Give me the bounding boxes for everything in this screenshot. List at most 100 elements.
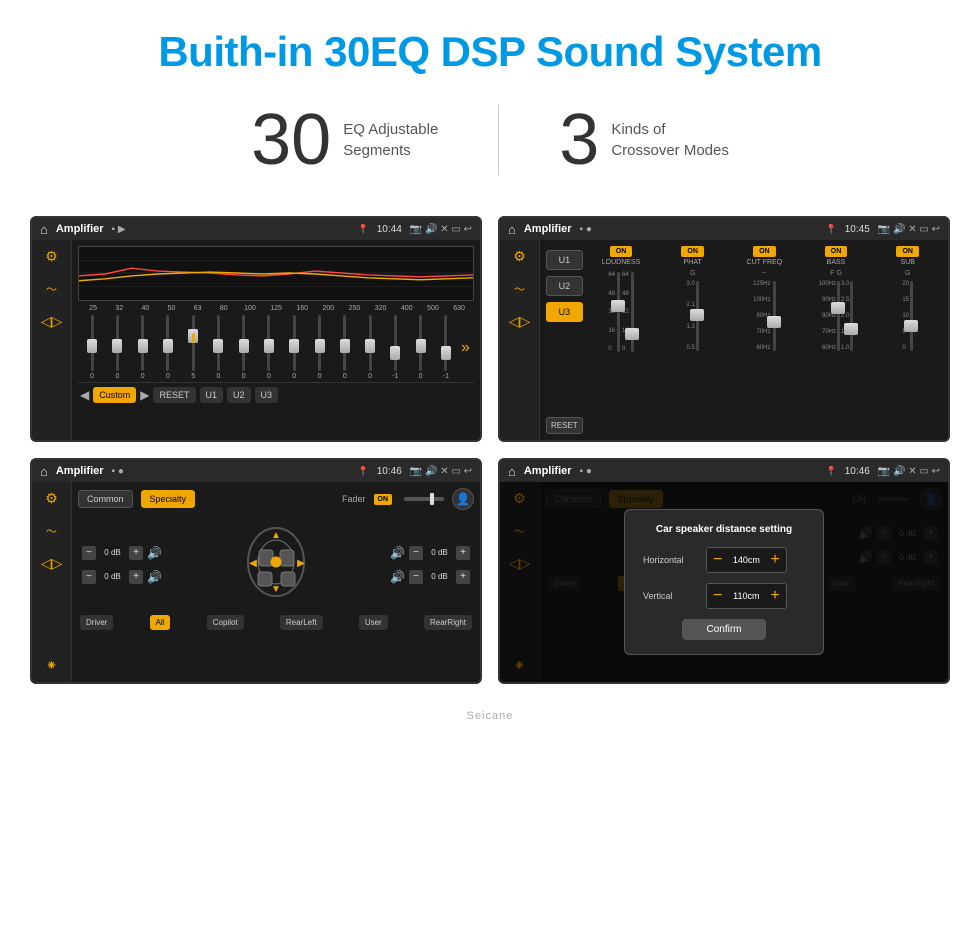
cutfreq-toggle[interactable]: ON bbox=[753, 246, 776, 257]
horizontal-minus[interactable]: − bbox=[713, 551, 722, 569]
screen-specialty: ⌂ Amplifier ▪ ● 📍 10:46 📷 🔊 ✕ ▭ ↩ ⚙ 〜 ◁▷… bbox=[30, 458, 482, 684]
dialog-title: Car speaker distance setting bbox=[643, 524, 805, 535]
reset-btn[interactable]: RESET bbox=[153, 387, 195, 403]
volume-icon[interactable]: ◁▷ bbox=[41, 313, 63, 330]
eq-arrow-right[interactable]: » bbox=[459, 339, 472, 357]
top-right-minus[interactable]: − bbox=[409, 546, 423, 560]
loudness-label: LOUDNESS bbox=[602, 259, 641, 266]
screen4-time: 10:46 bbox=[845, 466, 870, 477]
eq-slider-2[interactable]: 0 bbox=[131, 315, 155, 380]
eq-slider-12[interactable]: -1 bbox=[383, 315, 407, 380]
eq-slider-10[interactable]: 0 bbox=[333, 315, 357, 380]
home-icon[interactable]: ⌂ bbox=[40, 222, 48, 237]
speaker-layout: − 0 dB + 🔊 − 0 dB + 🔊 bbox=[78, 518, 474, 611]
eq-slider-5[interactable]: 0 bbox=[206, 315, 230, 380]
common-btn[interactable]: Common bbox=[78, 490, 133, 508]
prev-btn[interactable]: ◀ bbox=[80, 388, 89, 402]
top-right-plus[interactable]: + bbox=[456, 546, 470, 560]
screen4-status-icons: 📷 🔊 ✕ ▭ ↩ bbox=[878, 466, 940, 477]
screen3-time: 10:46 bbox=[377, 466, 402, 477]
status-bar-1: ⌂ Amplifier ▪ ▶ 📍 10:44 📷 🔊 ✕ ▭ ↩ bbox=[32, 218, 480, 240]
bluetooth-icon[interactable]: ⁕ bbox=[46, 657, 58, 674]
bass-toggle[interactable]: ON bbox=[825, 246, 848, 257]
eq-slider-8[interactable]: 0 bbox=[282, 315, 306, 380]
profile-icon[interactable]: 👤 bbox=[452, 488, 474, 510]
ch-phat: ON PHAT G 3.02.11.30.5 bbox=[658, 246, 727, 434]
phat-toggle[interactable]: ON bbox=[681, 246, 704, 257]
bottom-left-value: 0 dB bbox=[100, 572, 125, 581]
u2-btn[interactable]: U2 bbox=[227, 387, 251, 403]
screen3-sidebar: ⚙ 〜 ◁▷ ⁕ bbox=[32, 482, 72, 682]
eq-slider-9[interactable]: 0 bbox=[307, 315, 331, 380]
eq-slider-13[interactable]: 0 bbox=[408, 315, 432, 380]
top-left-value: 0 dB bbox=[100, 548, 125, 557]
eq-slider-14[interactable]: -1 bbox=[434, 315, 458, 380]
u3-preset[interactable]: U3 bbox=[546, 302, 583, 322]
eq-slider-3[interactable]: 0 bbox=[156, 315, 180, 380]
fader-on[interactable]: ON bbox=[374, 494, 393, 505]
bottom-right-minus[interactable]: − bbox=[409, 570, 423, 584]
horizontal-plus[interactable]: + bbox=[770, 551, 779, 569]
eq-slider-4[interactable]: 5 bbox=[181, 315, 205, 380]
eq-slider-1[interactable]: 0 bbox=[105, 315, 129, 380]
dialog-btn-row: Confirm bbox=[643, 619, 805, 640]
loudness-toggle[interactable]: ON bbox=[610, 246, 633, 257]
watermark: Seicane bbox=[0, 704, 980, 726]
sub-toggle[interactable]: ON bbox=[896, 246, 919, 257]
screen1-title: Amplifier bbox=[56, 223, 104, 235]
specialty-btn[interactable]: Specialty bbox=[141, 490, 196, 508]
ch-cutfreq: ON CUT FREQ ~ 125Hz100Hz80Hz70Hz60Hz bbox=[730, 246, 799, 434]
reset-crossover-btn[interactable]: RESET bbox=[546, 417, 583, 434]
all-btn[interactable]: All bbox=[150, 615, 171, 630]
u3-btn[interactable]: U3 bbox=[255, 387, 279, 403]
confirm-button[interactable]: Confirm bbox=[682, 619, 765, 640]
fader-label: Fader bbox=[342, 494, 366, 504]
user-btn[interactable]: User bbox=[359, 615, 388, 630]
fader-slider[interactable] bbox=[404, 497, 444, 501]
custom-btn[interactable]: Custom bbox=[93, 387, 136, 403]
eq-slider-0[interactable]: 0 bbox=[80, 315, 104, 380]
vertical-plus[interactable]: + bbox=[770, 587, 779, 605]
screen1-content: 25 32 40 50 63 80 100 125 160 200 250 32… bbox=[72, 240, 480, 440]
vertical-input[interactable]: − 110cm + bbox=[706, 583, 787, 609]
u2-preset[interactable]: U2 bbox=[546, 276, 583, 296]
copilot-btn[interactable]: Copilot bbox=[207, 615, 244, 630]
top-left-plus[interactable]: + bbox=[129, 546, 143, 560]
wave-icon-2[interactable]: 〜 bbox=[514, 281, 525, 297]
screen2-icons: ▪ ● bbox=[580, 224, 592, 235]
eq-slider-6[interactable]: 0 bbox=[232, 315, 256, 380]
eq-icon-2[interactable]: ⚙ bbox=[513, 248, 526, 265]
volume-icon-2[interactable]: ◁▷ bbox=[509, 313, 531, 330]
screen1-status-icons: 📷 🔊 ✕ ▭ ↩ bbox=[410, 224, 472, 235]
stat-crossover: 3 Kinds ofCrossover Modes bbox=[499, 104, 789, 176]
eq-slider-11[interactable]: 0 bbox=[358, 315, 382, 380]
screen3-status-icons: 📷 🔊 ✕ ▭ ↩ bbox=[410, 466, 472, 477]
home-icon-4[interactable]: ⌂ bbox=[508, 464, 516, 479]
home-icon-2[interactable]: ⌂ bbox=[508, 222, 516, 237]
rearleft-btn[interactable]: RearLeft bbox=[280, 615, 323, 630]
screen3-icons: ▪ ● bbox=[112, 466, 124, 477]
volume-icon-3[interactable]: ◁▷ bbox=[41, 555, 63, 572]
screen3-gps: 📍 bbox=[358, 466, 369, 477]
rearright-btn[interactable]: RearRight bbox=[424, 615, 472, 630]
vertical-minus[interactable]: − bbox=[713, 587, 722, 605]
play-btn[interactable]: ▶ bbox=[140, 388, 149, 402]
u1-btn[interactable]: U1 bbox=[200, 387, 224, 403]
screen-eq: ⌂ Amplifier ▪ ▶ 📍 10:44 📷 🔊 ✕ ▭ ↩ ⚙ 〜 ◁▷ bbox=[30, 216, 482, 442]
driver-btn[interactable]: Driver bbox=[80, 615, 113, 630]
eq-icon-3[interactable]: ⚙ bbox=[45, 490, 58, 507]
bottom-left-minus[interactable]: − bbox=[82, 570, 96, 584]
eq-slider-7[interactable]: 0 bbox=[257, 315, 281, 380]
u1-preset[interactable]: U1 bbox=[546, 250, 583, 270]
bottom-right-plus[interactable]: + bbox=[456, 570, 470, 584]
page-title: Buith-in 30EQ DSP Sound System bbox=[0, 0, 980, 94]
home-icon-3[interactable]: ⌂ bbox=[40, 464, 48, 479]
wave-icon[interactable]: 〜 bbox=[46, 281, 57, 297]
horizontal-input[interactable]: − 140cm + bbox=[706, 547, 787, 573]
eq-icon[interactable]: ⚙ bbox=[45, 248, 58, 265]
bottom-left-speaker-icon: 🔊 bbox=[147, 570, 162, 584]
wave-icon-3[interactable]: 〜 bbox=[46, 523, 57, 539]
top-left-minus[interactable]: − bbox=[82, 546, 96, 560]
bottom-right-value: 0 dB bbox=[427, 572, 452, 581]
bottom-left-plus[interactable]: + bbox=[129, 570, 143, 584]
